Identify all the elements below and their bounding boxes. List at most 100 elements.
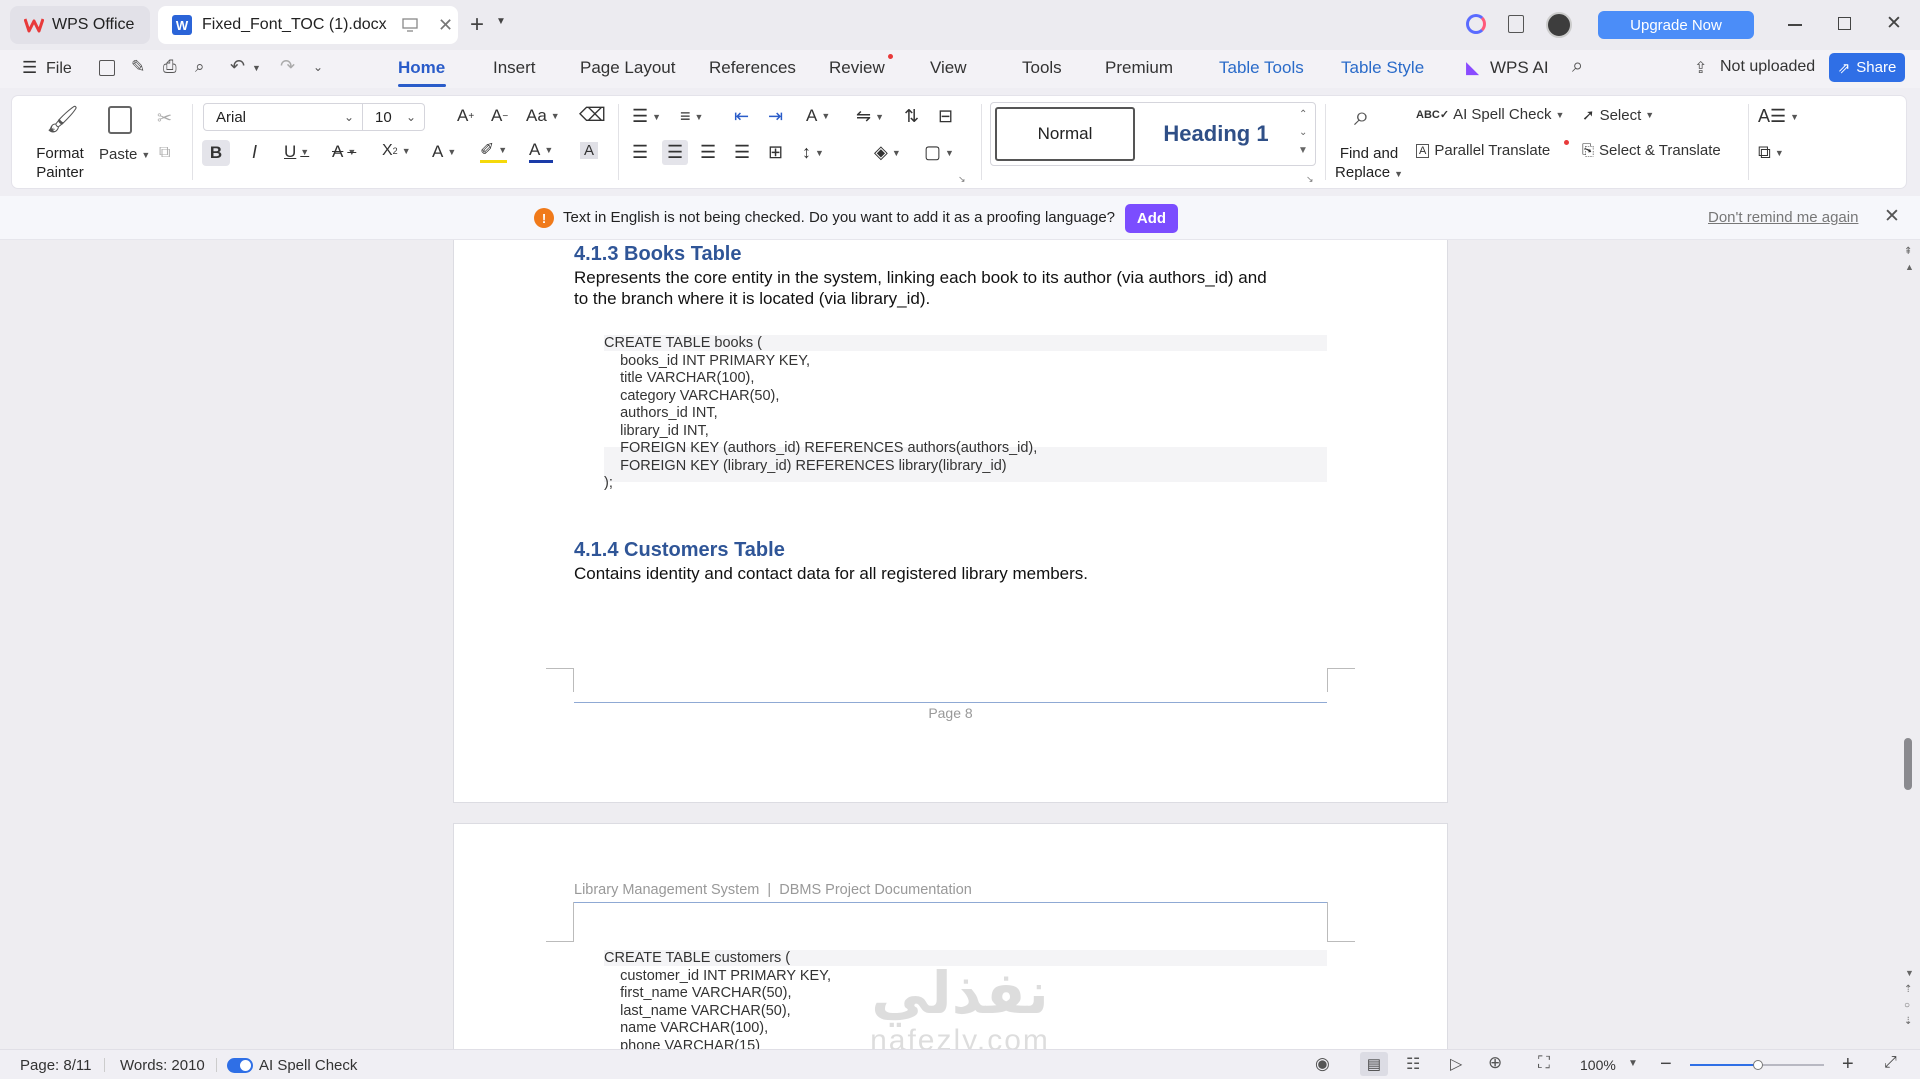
word-count[interactable]: Words: 2010 bbox=[120, 1057, 205, 1074]
underline-button[interactable]: U ▼ bbox=[284, 142, 309, 162]
upgrade-now-button[interactable]: Upgrade Now bbox=[1598, 11, 1754, 39]
tab-insert[interactable]: Insert bbox=[493, 58, 536, 78]
share-button[interactable]: ⇗ Share bbox=[1829, 53, 1905, 82]
show-marks-icon[interactable]: ⊟ bbox=[938, 106, 953, 127]
tab-table-style[interactable]: Table Style bbox=[1341, 58, 1424, 78]
copy-icon[interactable]: ⧉ bbox=[159, 144, 170, 162]
font-color-icon[interactable]: A ▼ bbox=[529, 140, 554, 163]
file-menu[interactable]: ☰ File bbox=[22, 58, 72, 78]
decrease-indent-icon[interactable]: ⇤ bbox=[734, 106, 749, 127]
italic-button[interactable]: I bbox=[252, 142, 257, 163]
bold-button[interactable]: B bbox=[202, 140, 230, 166]
font-size-select[interactable]: 10 ⌄ bbox=[363, 103, 425, 131]
scrollbar-thumb[interactable] bbox=[1904, 738, 1912, 790]
text-wrap-icon[interactable]: ⇋ ▼ bbox=[856, 106, 884, 127]
next-page-icon[interactable]: ⇣ bbox=[1904, 1016, 1912, 1027]
close-tab-icon[interactable]: ✕ bbox=[438, 15, 453, 36]
search-icon[interactable]: ⌕ bbox=[1572, 55, 1583, 78]
tab-wps-office[interactable]: WPS Office bbox=[10, 6, 150, 44]
distributed-icon[interactable]: ⊞ bbox=[768, 142, 783, 163]
window-layout-icon[interactable] bbox=[1508, 15, 1524, 33]
scroll-top-icon[interactable]: ⇞ bbox=[1904, 246, 1912, 257]
web-view-icon[interactable]: ⊕ bbox=[1488, 1053, 1502, 1073]
styles-scroll-down-icon[interactable]: ⌄ bbox=[1299, 127, 1307, 138]
text-effects-icon[interactable]: A ▼ bbox=[432, 142, 456, 162]
clear-format-icon[interactable]: ⌫ bbox=[579, 104, 606, 127]
print-icon[interactable]: ⎙ bbox=[163, 57, 177, 77]
change-case-icon[interactable]: Aa ▼ bbox=[526, 106, 560, 126]
align-center-icon[interactable]: ☰ bbox=[662, 140, 689, 165]
close-window-icon[interactable]: ✕ bbox=[1886, 12, 1902, 35]
borders-icon[interactable]: ▢ ▼ bbox=[924, 142, 954, 163]
shading-icon[interactable]: ◈ ▼ bbox=[874, 142, 901, 163]
tab-table-tools[interactable]: Table Tools bbox=[1219, 58, 1304, 78]
zoom-slider-thumb[interactable] bbox=[1753, 1060, 1763, 1070]
sort-icon[interactable]: ⇅ bbox=[904, 106, 919, 127]
zoom-in-icon[interactable]: + bbox=[1842, 1053, 1854, 1076]
vertical-scrollbar[interactable]: ⇞ ▲ ▼ ⇡ ○ ⇣ bbox=[1898, 240, 1920, 1049]
find-replace-button[interactable]: Find and Replace ▼ bbox=[1334, 144, 1404, 184]
spell-check-toggle[interactable] bbox=[227, 1058, 253, 1073]
increase-font-icon[interactable]: A + bbox=[457, 106, 474, 126]
ai-assistant-icon[interactable] bbox=[1466, 14, 1486, 34]
dialog-launcher-icon[interactable]: ↘ bbox=[1306, 174, 1314, 185]
page-view-icon[interactable]: ▤ bbox=[1360, 1052, 1388, 1076]
tab-premium[interactable]: Premium bbox=[1105, 58, 1173, 78]
dont-remind-link[interactable]: Don't remind me again bbox=[1708, 209, 1858, 226]
close-icon[interactable]: ✕ bbox=[1884, 205, 1900, 228]
play-icon[interactable]: ▷ bbox=[1450, 1054, 1462, 1074]
style-heading-1[interactable]: Heading 1 bbox=[1141, 107, 1291, 161]
not-uploaded-label[interactable]: Not uploaded bbox=[1720, 58, 1815, 76]
tab-references[interactable]: References bbox=[709, 58, 796, 78]
text-tools-icon[interactable]: A☰ ▼ bbox=[1758, 106, 1799, 127]
styles-more-icon[interactable]: ▼ bbox=[1298, 145, 1308, 156]
format-painter-button[interactable]: Format Painter bbox=[34, 144, 86, 182]
superscript-button[interactable]: X 2 ▼ bbox=[382, 142, 411, 160]
eye-icon[interactable]: ◉ bbox=[1315, 1054, 1330, 1074]
parallel-translate-button[interactable]: A Parallel Translate bbox=[1416, 142, 1550, 159]
outline-view-icon[interactable]: ☷ bbox=[1406, 1054, 1420, 1074]
select-translate-button[interactable]: ⎘ Select & Translate bbox=[1582, 142, 1721, 159]
dialog-launcher-icon[interactable]: ↘ bbox=[958, 174, 966, 185]
tab-review[interactable]: Review bbox=[829, 58, 885, 78]
redo-icon[interactable]: ↷ bbox=[280, 56, 295, 77]
zoom-slider[interactable] bbox=[1690, 1060, 1824, 1070]
scroll-down-icon[interactable]: ▼ bbox=[1905, 968, 1914, 978]
align-left-icon[interactable]: ☰ bbox=[632, 142, 648, 163]
style-normal[interactable]: Normal bbox=[995, 107, 1135, 161]
avatar[interactable] bbox=[1546, 12, 1572, 38]
chevron-down-icon[interactable]: ▼ bbox=[252, 63, 261, 73]
fullscreen-icon[interactable]: ⤢ bbox=[1884, 1054, 1897, 1072]
paste-icon[interactable] bbox=[108, 106, 132, 134]
minimize-icon[interactable] bbox=[1788, 24, 1802, 26]
tab-tools[interactable]: Tools bbox=[1022, 58, 1062, 78]
pen-icon[interactable]: ✎ bbox=[131, 57, 145, 77]
decrease-font-icon[interactable]: A − bbox=[491, 106, 508, 126]
page-indicator[interactable]: Page: 8/11 bbox=[20, 1057, 91, 1074]
cut-icon[interactable]: ✂ bbox=[157, 108, 172, 129]
save-icon[interactable] bbox=[99, 60, 115, 76]
monitor-icon[interactable] bbox=[402, 18, 418, 32]
highlight-color-icon[interactable]: ✐ ▼ bbox=[480, 140, 508, 163]
undo-icon[interactable]: ↶ bbox=[230, 56, 245, 77]
add-language-button[interactable]: Add bbox=[1125, 204, 1178, 233]
chevron-down-icon[interactable]: ▼ bbox=[1628, 1058, 1638, 1069]
line-spacing-icon[interactable]: ↕ ▼ bbox=[802, 142, 824, 163]
strikethrough-button[interactable]: A ▼ bbox=[332, 142, 356, 162]
char-shading-icon[interactable]: A bbox=[580, 142, 599, 159]
zoom-out-icon[interactable]: − bbox=[1660, 1053, 1672, 1076]
select-button[interactable]: ➚ Select ▼ bbox=[1582, 106, 1654, 125]
new-tab-icon[interactable]: + bbox=[470, 11, 484, 39]
tab-home[interactable]: Home bbox=[398, 58, 445, 78]
zoom-level[interactable]: 100% bbox=[1580, 1057, 1616, 1073]
paste-button[interactable]: Paste ▼ bbox=[99, 146, 150, 163]
find-icon[interactable]: ⌕ bbox=[1354, 100, 1370, 133]
text-direction-icon[interactable]: A ▼ bbox=[806, 106, 830, 126]
align-right-icon[interactable]: ☰ bbox=[700, 142, 716, 163]
numbered-list-icon[interactable]: ≡ ▼ bbox=[680, 106, 703, 127]
styles-scroll-up-icon[interactable]: ⌃ bbox=[1299, 109, 1307, 120]
font-name-select[interactable]: Arial ⌄ bbox=[203, 103, 363, 131]
ai-spell-check-button[interactable]: ABC✓ AI Spell Check ▼ bbox=[1416, 106, 1564, 123]
prev-page-icon[interactable]: ⇡ bbox=[1904, 984, 1912, 995]
tab-view[interactable]: View bbox=[930, 58, 967, 78]
